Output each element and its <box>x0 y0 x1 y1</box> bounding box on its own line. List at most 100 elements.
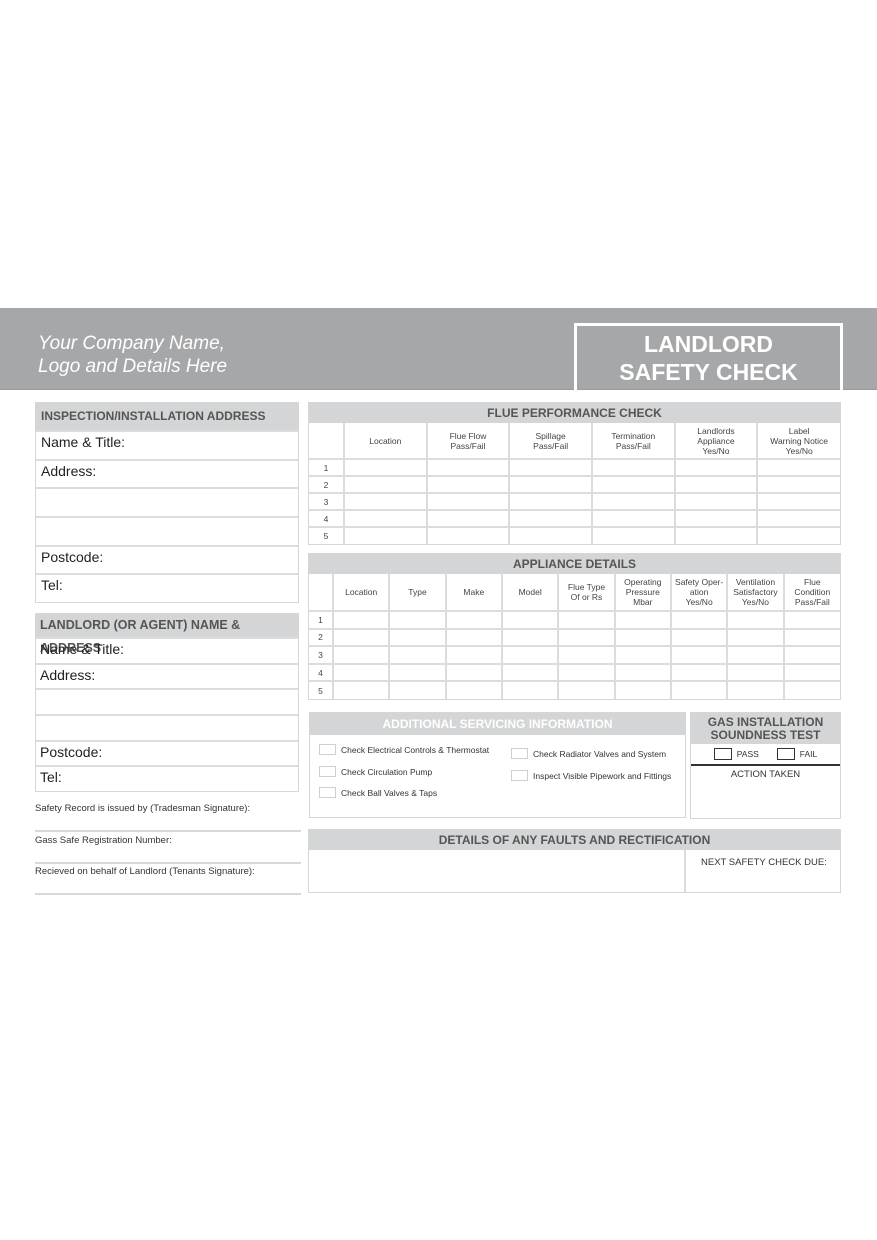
table-cell[interactable] <box>613 680 672 699</box>
name-title-field[interactable]: Name & Title: <box>36 430 298 459</box>
table-cell[interactable] <box>669 627 729 648</box>
table-cell[interactable] <box>388 610 447 630</box>
table-cell[interactable] <box>782 662 840 683</box>
table-cell[interactable] <box>557 680 616 699</box>
checkbox[interactable] <box>319 766 336 777</box>
table-cell[interactable] <box>508 458 593 477</box>
address-line-3-field[interactable] <box>36 714 298 740</box>
table-cell[interactable] <box>343 509 428 528</box>
table-cell[interactable] <box>673 475 759 494</box>
table-cell[interactable] <box>756 475 840 494</box>
checkbox[interactable] <box>511 748 528 759</box>
fail-checkbox[interactable] <box>776 748 795 760</box>
address-field[interactable]: Address: <box>36 458 298 488</box>
table-cell[interactable] <box>444 680 503 699</box>
table-cell[interactable] <box>425 509 511 528</box>
table-cell[interactable] <box>669 680 729 699</box>
address-line-3-field[interactable] <box>36 516 298 545</box>
table-cell[interactable] <box>500 680 560 699</box>
tel-field[interactable]: Tel: <box>36 573 298 602</box>
inspect-pipework[interactable]: Inspect Visible Pipework and Fittings <box>511 770 671 781</box>
table-cell[interactable] <box>613 645 672 665</box>
table-cell[interactable] <box>756 509 840 528</box>
table-cell[interactable] <box>500 627 560 648</box>
action-taken-field[interactable]: ACTION TAKEN <box>691 766 840 780</box>
table-cell[interactable] <box>425 492 511 511</box>
table-cell[interactable] <box>425 526 511 544</box>
table-cell[interactable] <box>613 627 672 648</box>
table-cell[interactable] <box>331 627 391 648</box>
table-cell[interactable] <box>590 526 676 544</box>
table-cell[interactable] <box>388 662 447 683</box>
address-field[interactable]: Address: <box>36 662 298 689</box>
table-cell[interactable] <box>343 492 428 511</box>
table-cell[interactable] <box>669 645 729 665</box>
table-cell[interactable] <box>331 610 391 630</box>
table-cell[interactable] <box>557 645 616 665</box>
table-cell[interactable] <box>343 475 428 494</box>
checkbox[interactable] <box>511 770 528 781</box>
table-cell[interactable] <box>613 610 672 630</box>
checkbox[interactable] <box>319 787 336 798</box>
table-cell[interactable] <box>756 458 840 477</box>
table-cell[interactable] <box>673 509 759 528</box>
table-cell[interactable] <box>590 492 676 511</box>
table-cell[interactable] <box>388 680 447 699</box>
table-cell[interactable] <box>508 475 593 494</box>
table-cell[interactable] <box>444 662 503 683</box>
table-cell[interactable] <box>557 610 616 630</box>
table-cell[interactable] <box>331 680 391 699</box>
check-circulation-pump[interactable]: Check Circulation Pump <box>319 766 432 777</box>
table-cell[interactable] <box>331 645 391 665</box>
table-cell[interactable] <box>508 526 593 544</box>
check-electrical-controls[interactable]: Check Electrical Controls & Thermostat <box>319 744 489 755</box>
postcode-field[interactable]: Postcode: <box>36 739 298 766</box>
tenant-signature-field[interactable]: Recieved on behalf of Landlord (Tenants … <box>35 864 301 895</box>
postcode-field[interactable]: Postcode: <box>36 544 298 574</box>
table-cell[interactable] <box>613 662 672 683</box>
table-cell[interactable] <box>669 610 729 630</box>
address-line-2-field[interactable] <box>36 487 298 516</box>
table-cell[interactable] <box>343 526 428 544</box>
table-cell[interactable] <box>726 627 785 648</box>
table-cell[interactable] <box>590 509 676 528</box>
table-cell[interactable] <box>726 662 785 683</box>
table-cell[interactable] <box>343 458 428 477</box>
check-radiator-valves[interactable]: Check Radiator Valves and System <box>511 748 666 759</box>
table-cell[interactable] <box>388 645 447 665</box>
table-cell[interactable] <box>726 680 785 699</box>
faults-details-field[interactable] <box>309 850 686 892</box>
table-cell[interactable] <box>388 627 447 648</box>
table-cell[interactable] <box>756 492 840 511</box>
check-ball-valves[interactable]: Check Ball Valves & Taps <box>319 787 437 798</box>
table-cell[interactable] <box>590 475 676 494</box>
table-cell[interactable] <box>557 662 616 683</box>
table-cell[interactable] <box>444 645 503 665</box>
gas-safe-registration-field[interactable]: Gass Safe Registration Number: <box>35 833 301 864</box>
table-cell[interactable] <box>500 662 560 683</box>
table-cell[interactable] <box>425 475 511 494</box>
table-cell[interactable] <box>444 627 503 648</box>
table-cell[interactable] <box>726 610 785 630</box>
address-line-2-field[interactable] <box>36 688 298 714</box>
tradesman-signature-field[interactable]: Safety Record is issued by (Tradesman Si… <box>35 801 301 832</box>
table-cell[interactable] <box>782 680 840 699</box>
checkbox[interactable] <box>319 744 336 755</box>
next-safety-check-field[interactable]: NEXT SAFETY CHECK DUE: <box>686 850 840 892</box>
table-cell[interactable] <box>726 645 785 665</box>
table-cell[interactable] <box>500 645 560 665</box>
table-cell[interactable] <box>673 458 759 477</box>
tel-field[interactable]: Tel: <box>36 765 298 791</box>
table-cell[interactable] <box>557 627 616 648</box>
table-cell[interactable] <box>756 526 840 544</box>
table-cell[interactable] <box>331 662 391 683</box>
table-cell[interactable] <box>673 492 759 511</box>
table-cell[interactable] <box>782 645 840 665</box>
pass-checkbox[interactable] <box>713 748 732 760</box>
table-cell[interactable] <box>444 610 503 630</box>
table-cell[interactable] <box>673 526 759 544</box>
table-cell[interactable] <box>425 458 511 477</box>
table-cell[interactable] <box>782 610 840 630</box>
table-cell[interactable] <box>782 627 840 648</box>
table-cell[interactable] <box>508 509 593 528</box>
